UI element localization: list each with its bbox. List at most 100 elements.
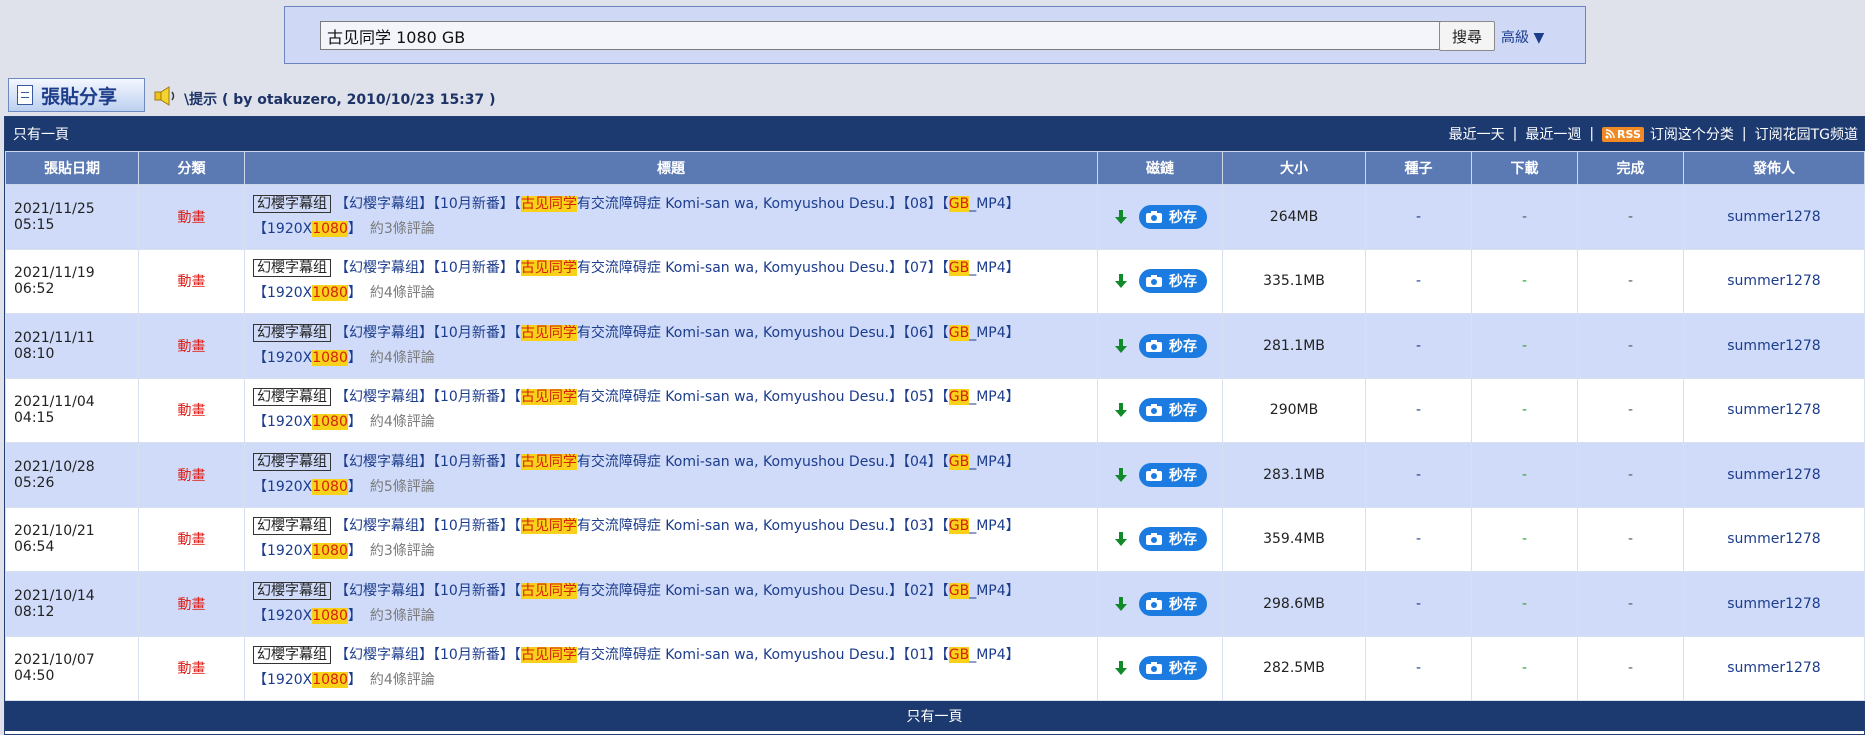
search-button[interactable]: 搜尋 [1439,21,1495,51]
col-downloads[interactable]: 下載 [1471,151,1578,185]
table-header-row: 張貼日期 分類 標題 磁鏈 大小 種子 下載 完成 發佈人 [5,151,1865,185]
col-date[interactable]: 張貼日期 [5,151,139,185]
file-size: 264MB [1222,184,1366,250]
publisher-link[interactable]: summer1278 [1683,184,1865,250]
subscribe-category-link[interactable]: 订阅这个分类 [1650,124,1734,144]
title-link[interactable]: 【幻樱字幕组】【10月新番】【古见同学有交流障碍症 Komi-san wa, K… [253,195,1020,237]
title-part: 有交流障碍症 Komi-san wa, Komyushou Desu.】【02】… [576,582,949,599]
complete-count: - [1577,506,1684,572]
search-input[interactable] [320,21,1465,50]
category-link[interactable]: 動畫 [138,571,245,637]
publisher-link[interactable]: summer1278 [1683,571,1865,637]
announcement-hint[interactable]: \提示 ( by otakuzero, 2010/10/23 15:37 ) [184,89,496,109]
quick-save-button[interactable]: 秒存 [1139,656,1207,681]
publisher-link[interactable]: summer1278 [1683,313,1865,379]
team-tag[interactable]: 幻櫻字幕组 [253,581,331,600]
last-day-link[interactable]: 最近一天 [1449,124,1505,144]
download-arrow-icon[interactable] [1113,467,1129,483]
col-title[interactable]: 標題 [244,151,1098,185]
publisher-link[interactable]: summer1278 [1683,377,1865,443]
magnet-cell: 秒存 [1097,377,1223,443]
category-link[interactable]: 動畫 [138,377,245,443]
download-arrow-icon[interactable] [1113,531,1129,547]
seed-count: - [1365,313,1472,379]
quick-save-button[interactable]: 秒存 [1139,527,1207,552]
publisher-link[interactable]: summer1278 [1683,506,1865,572]
team-tag[interactable]: 幻櫻字幕组 [253,388,331,407]
category-link[interactable]: 動畫 [138,635,245,701]
comment-count: 約3條評論 [369,220,435,237]
rss-icon[interactable]: RSS [1602,126,1644,142]
title-link[interactable]: 【幻樱字幕组】【10月新番】【古见同学有交流障碍症 Komi-san wa, K… [253,453,1020,495]
comment-count: 約3條評論 [369,607,435,624]
title-part: _MP4】 [969,389,1020,406]
download-arrow-icon[interactable] [1113,209,1129,225]
quick-save-label: 秒存 [1169,209,1197,226]
quick-save-button[interactable]: 秒存 [1139,398,1207,423]
download-count: - [1471,248,1578,314]
team-tag[interactable]: 幻櫻字幕组 [253,259,331,278]
quick-save-button[interactable]: 秒存 [1139,591,1207,616]
complete-count: - [1577,571,1684,637]
team-tag[interactable]: 幻櫻字幕组 [253,517,331,536]
quick-save-button[interactable]: 秒存 [1139,204,1207,229]
table-row: 2021/11/11 08:10 動畫 幻櫻字幕组 【幻樱字幕组】【10月新番】【… [5,313,1865,379]
table-row: 2021/11/19 06:52 動畫 幻櫻字幕组 【幻樱字幕组】【10月新番】【… [5,248,1865,314]
title-link[interactable]: 【幻樱字幕组】【10月新番】【古见同学有交流障碍症 Komi-san wa, K… [253,324,1020,366]
camera-icon [1146,533,1162,546]
download-count: - [1471,571,1578,637]
camera-icon [1146,597,1162,610]
list-top-bar: 只有一頁 最近一天 | 最近一週 | RSS 订阅这个分类 | 订阅花园TG频道 [5,117,1864,151]
publisher-link[interactable]: summer1278 [1683,442,1865,508]
title-part: 】 [347,285,362,302]
publisher-link[interactable]: summer1278 [1683,635,1865,701]
col-size[interactable]: 大小 [1222,151,1366,185]
col-category[interactable]: 分類 [138,151,245,185]
quick-save-button[interactable]: 秒存 [1139,462,1207,487]
post-date: 2021/10/21 06:54 [5,506,139,572]
team-tag[interactable]: 幻櫻字幕组 [253,452,331,471]
category-link[interactable]: 動畫 [138,313,245,379]
complete-count: - [1577,377,1684,443]
advanced-search-link[interactable]: 高級 ▼ [1501,27,1544,47]
title-part: 】 [347,478,362,495]
title-part: 【1920X [253,220,313,237]
keyword-highlight: 1080 [312,414,348,431]
file-size: 282.5MB [1222,635,1366,701]
category-link[interactable]: 動畫 [138,184,245,250]
title-part: 】 [347,607,362,624]
team-tag[interactable]: 幻櫻字幕组 [253,646,331,665]
search-panel: 搜尋 高級 ▼ [284,6,1586,64]
team-tag[interactable]: 幻櫻字幕组 [253,323,331,342]
title-link[interactable]: 【幻樱字幕组】【10月新番】【古见同学有交流障碍症 Komi-san wa, K… [253,582,1020,624]
last-week-link[interactable]: 最近一週 [1525,124,1581,144]
download-arrow-icon[interactable] [1113,273,1129,289]
download-arrow-icon[interactable] [1113,402,1129,418]
title-link[interactable]: 【幻樱字幕组】【10月新番】【古见同学有交流障碍症 Komi-san wa, K… [253,389,1020,431]
col-publisher[interactable]: 發佈人 [1683,151,1865,185]
quick-save-button[interactable]: 秒存 [1139,333,1207,358]
download-count: - [1471,313,1578,379]
table-row: 2021/10/28 05:26 動畫 幻櫻字幕组 【幻樱字幕组】【10月新番】【… [5,442,1865,508]
col-seeds[interactable]: 種子 [1365,151,1472,185]
download-arrow-icon[interactable] [1113,660,1129,676]
title-part: 【幻樱字幕组】【10月新番】【 [335,453,521,470]
category-link[interactable]: 動畫 [138,442,245,508]
comment-count: 約4條評論 [369,349,435,366]
title-link[interactable]: 【幻樱字幕组】【10月新番】【古见同学有交流障碍症 Komi-san wa, K… [253,260,1020,302]
download-arrow-icon[interactable] [1113,596,1129,612]
category-link[interactable]: 動畫 [138,506,245,572]
title-part: _MP4】 [969,518,1020,535]
category-link[interactable]: 動畫 [138,248,245,314]
quick-save-button[interactable]: 秒存 [1139,269,1207,294]
keyword-highlight: 1080 [312,220,348,237]
download-arrow-icon[interactable] [1113,338,1129,354]
publisher-link[interactable]: summer1278 [1683,248,1865,314]
subscribe-tg-link[interactable]: 订阅花园TG频道 [1755,124,1858,144]
post-share-button[interactable]: 張貼分享 [8,78,145,112]
team-tag[interactable]: 幻櫻字幕组 [253,194,331,213]
title-link[interactable]: 【幻樱字幕组】【10月新番】【古见同学有交流障碍症 Komi-san wa, K… [253,518,1020,560]
col-complete[interactable]: 完成 [1577,151,1684,185]
title-link[interactable]: 【幻樱字幕组】【10月新番】【古见同学有交流障碍症 Komi-san wa, K… [253,647,1020,689]
complete-count: - [1577,248,1684,314]
